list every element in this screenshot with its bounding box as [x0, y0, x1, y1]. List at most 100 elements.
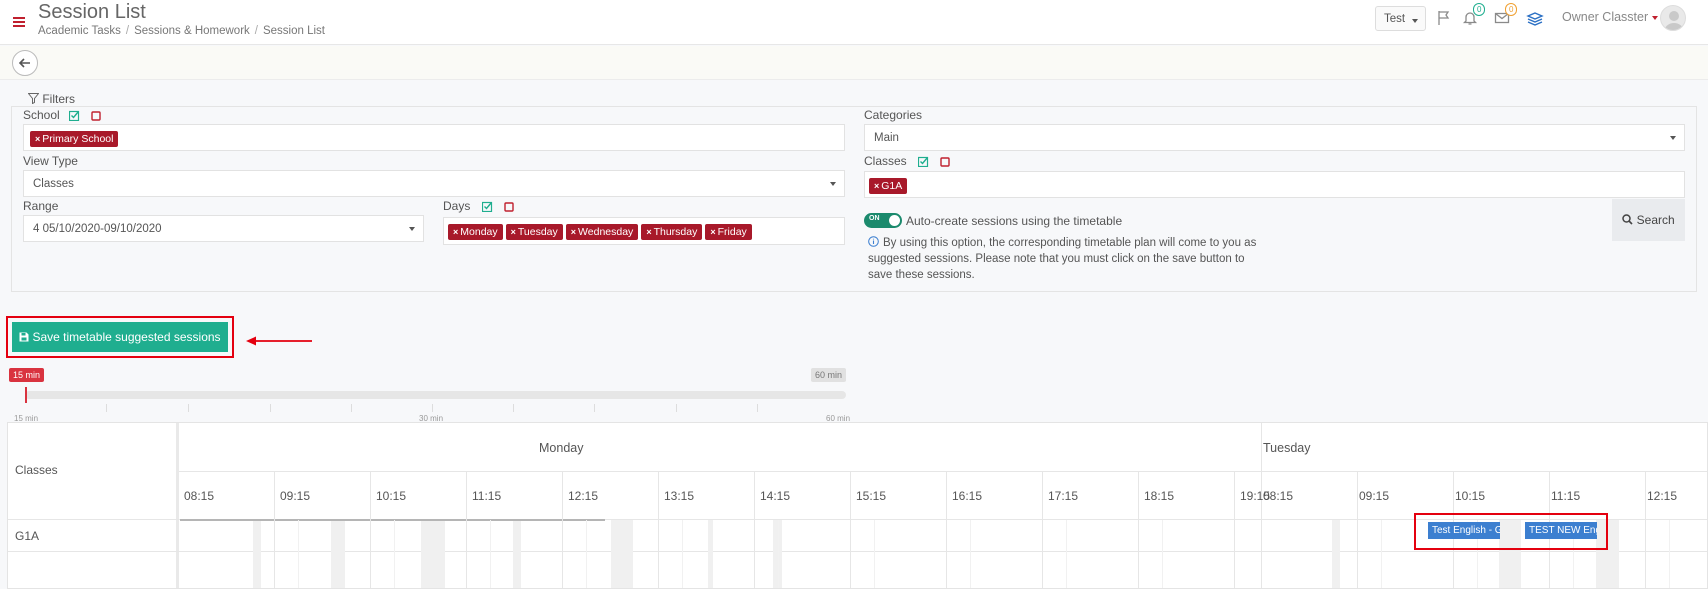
time-label: 15:15 [856, 489, 887, 503]
quarter-divider [298, 520, 299, 588]
remove-icon[interactable]: × [35, 134, 40, 144]
timeline-shade [253, 520, 261, 588]
slider-tick [106, 404, 107, 412]
range-value: 4 05/10/2020-09/10/2020 [33, 223, 162, 235]
search-button[interactable]: Search [1612, 199, 1685, 241]
timeline-shade [611, 520, 633, 588]
slider-tick [270, 404, 271, 412]
search-icon [1622, 214, 1633, 225]
days-tag-monday[interactable]: × Monday [448, 224, 503, 240]
slider-tick [351, 404, 352, 412]
days-tag-wednesday[interactable]: × Wednesday [565, 224, 639, 240]
quarter-divider [394, 520, 395, 588]
check-all-icon[interactable] [481, 201, 493, 213]
chevron-down-icon [1412, 19, 1418, 23]
row-label-g1a[interactable]: G1A [15, 529, 39, 543]
days-multiselect[interactable]: × Monday × Tuesday × Wednesday × Thursday × Frida… [443, 217, 845, 245]
breadcrumb-item-academic-tasks[interactable]: Academic Tasks [38, 25, 121, 37]
avatar[interactable] [1660, 5, 1686, 31]
hour-divider [658, 471, 659, 588]
hour-divider [754, 471, 755, 588]
hour-divider [1234, 471, 1235, 588]
slider-tick [757, 404, 758, 412]
categories-select[interactable]: Main [864, 124, 1685, 151]
uncheck-all-icon[interactable] [940, 157, 951, 167]
uncheck-all-icon[interactable] [504, 202, 514, 212]
timeline-shade [1332, 520, 1340, 588]
classes-tag-label: G1A [881, 180, 903, 192]
test-dropdown[interactable]: Test [1375, 6, 1426, 31]
timeline-range-bar [180, 519, 605, 521]
row-header-label: Classes [15, 463, 58, 477]
check-all-icon[interactable] [918, 156, 929, 168]
save-button-highlight: Save timetable suggested sessions [6, 316, 234, 358]
school-label-text: School [23, 108, 60, 122]
check-all-icon[interactable] [69, 110, 80, 122]
breadcrumb: Academic Tasks / Sessions & Homework / Sessi… [38, 25, 325, 37]
days-tag-label: Friday [717, 226, 747, 238]
quarter-divider [1066, 520, 1067, 588]
hour-divider [946, 471, 947, 588]
day-divider [1261, 423, 1262, 588]
remove-icon[interactable]: × [646, 227, 651, 237]
time-label: 10:15 [1455, 489, 1486, 503]
breadcrumb-item-sessions-homework[interactable]: Sessions & Homework [134, 25, 250, 37]
time-label: 09:15 [1359, 489, 1390, 503]
quarter-divider [1669, 520, 1670, 588]
auto-create-toggle[interactable]: ON [864, 213, 902, 228]
hour-divider [1138, 471, 1139, 588]
time-label: 13:15 [664, 489, 695, 503]
days-tag-label: Wednesday [578, 226, 634, 238]
floppy-disk-icon [19, 332, 29, 342]
quarter-divider [682, 520, 683, 588]
time-label: 12:15 [1647, 489, 1678, 503]
top-header: Session List Academic Tasks / Sessions & H… [0, 0, 1708, 45]
layers-icon[interactable] [1526, 10, 1544, 26]
slider-tick [188, 404, 189, 412]
duration-slider[interactable] [25, 391, 846, 399]
uncheck-all-icon[interactable] [91, 111, 102, 121]
chevron-down-icon [409, 227, 415, 231]
remove-icon[interactable]: × [874, 181, 879, 191]
time-label: 12:15 [568, 489, 599, 503]
page-title: Session List [38, 1, 146, 23]
row-divider [179, 471, 1707, 472]
school-tag-label: Primary School [42, 133, 114, 145]
quarter-divider [1381, 520, 1382, 588]
range-select[interactable]: 4 05/10/2020-09/10/2020 [23, 215, 424, 242]
hour-divider [562, 471, 563, 588]
slider-handle[interactable] [25, 387, 27, 403]
school-multiselect[interactable]: × Primary School [23, 124, 845, 151]
auto-create-info: By using this option, the corresponding … [868, 235, 1268, 283]
classes-tag[interactable]: × G1A [869, 178, 908, 194]
days-tag-thursday[interactable]: × Thursday [641, 224, 703, 240]
view-type-select[interactable]: Classes [23, 170, 845, 197]
days-tag-tuesday[interactable]: × Tuesday [505, 224, 563, 240]
remove-icon[interactable]: × [511, 227, 516, 237]
school-tag[interactable]: × Primary School [30, 131, 119, 147]
time-label: 18:15 [1144, 489, 1175, 503]
remove-icon[interactable]: × [453, 227, 458, 237]
arrow-left-icon [18, 58, 30, 68]
flag-icon[interactable] [1436, 10, 1452, 26]
sub-toolbar [0, 46, 1708, 80]
user-name: Owner Classter [1562, 10, 1649, 24]
chevron-down-icon [1670, 136, 1676, 140]
timeline-shade [331, 520, 345, 588]
save-button-label: Save timetable suggested sessions [32, 330, 221, 344]
categories-label: Categories [864, 108, 923, 122]
days-label: Days [443, 199, 514, 213]
days-tag-friday[interactable]: × Friday [705, 224, 752, 240]
back-button[interactable] [12, 50, 38, 76]
hour-divider [370, 471, 371, 588]
user-menu[interactable]: Owner Classter [1562, 10, 1659, 24]
chevron-down-icon [830, 182, 836, 186]
menu-icon[interactable] [13, 17, 25, 27]
days-label-text: Days [443, 199, 471, 213]
filters-legend: Filters [27, 92, 80, 106]
remove-icon[interactable]: × [571, 227, 576, 237]
remove-icon[interactable]: × [710, 227, 715, 237]
save-timetable-sessions-button[interactable]: Save timetable suggested sessions [12, 322, 228, 352]
time-label: 16:15 [952, 489, 983, 503]
classes-multiselect[interactable]: × G1A [864, 171, 1685, 198]
